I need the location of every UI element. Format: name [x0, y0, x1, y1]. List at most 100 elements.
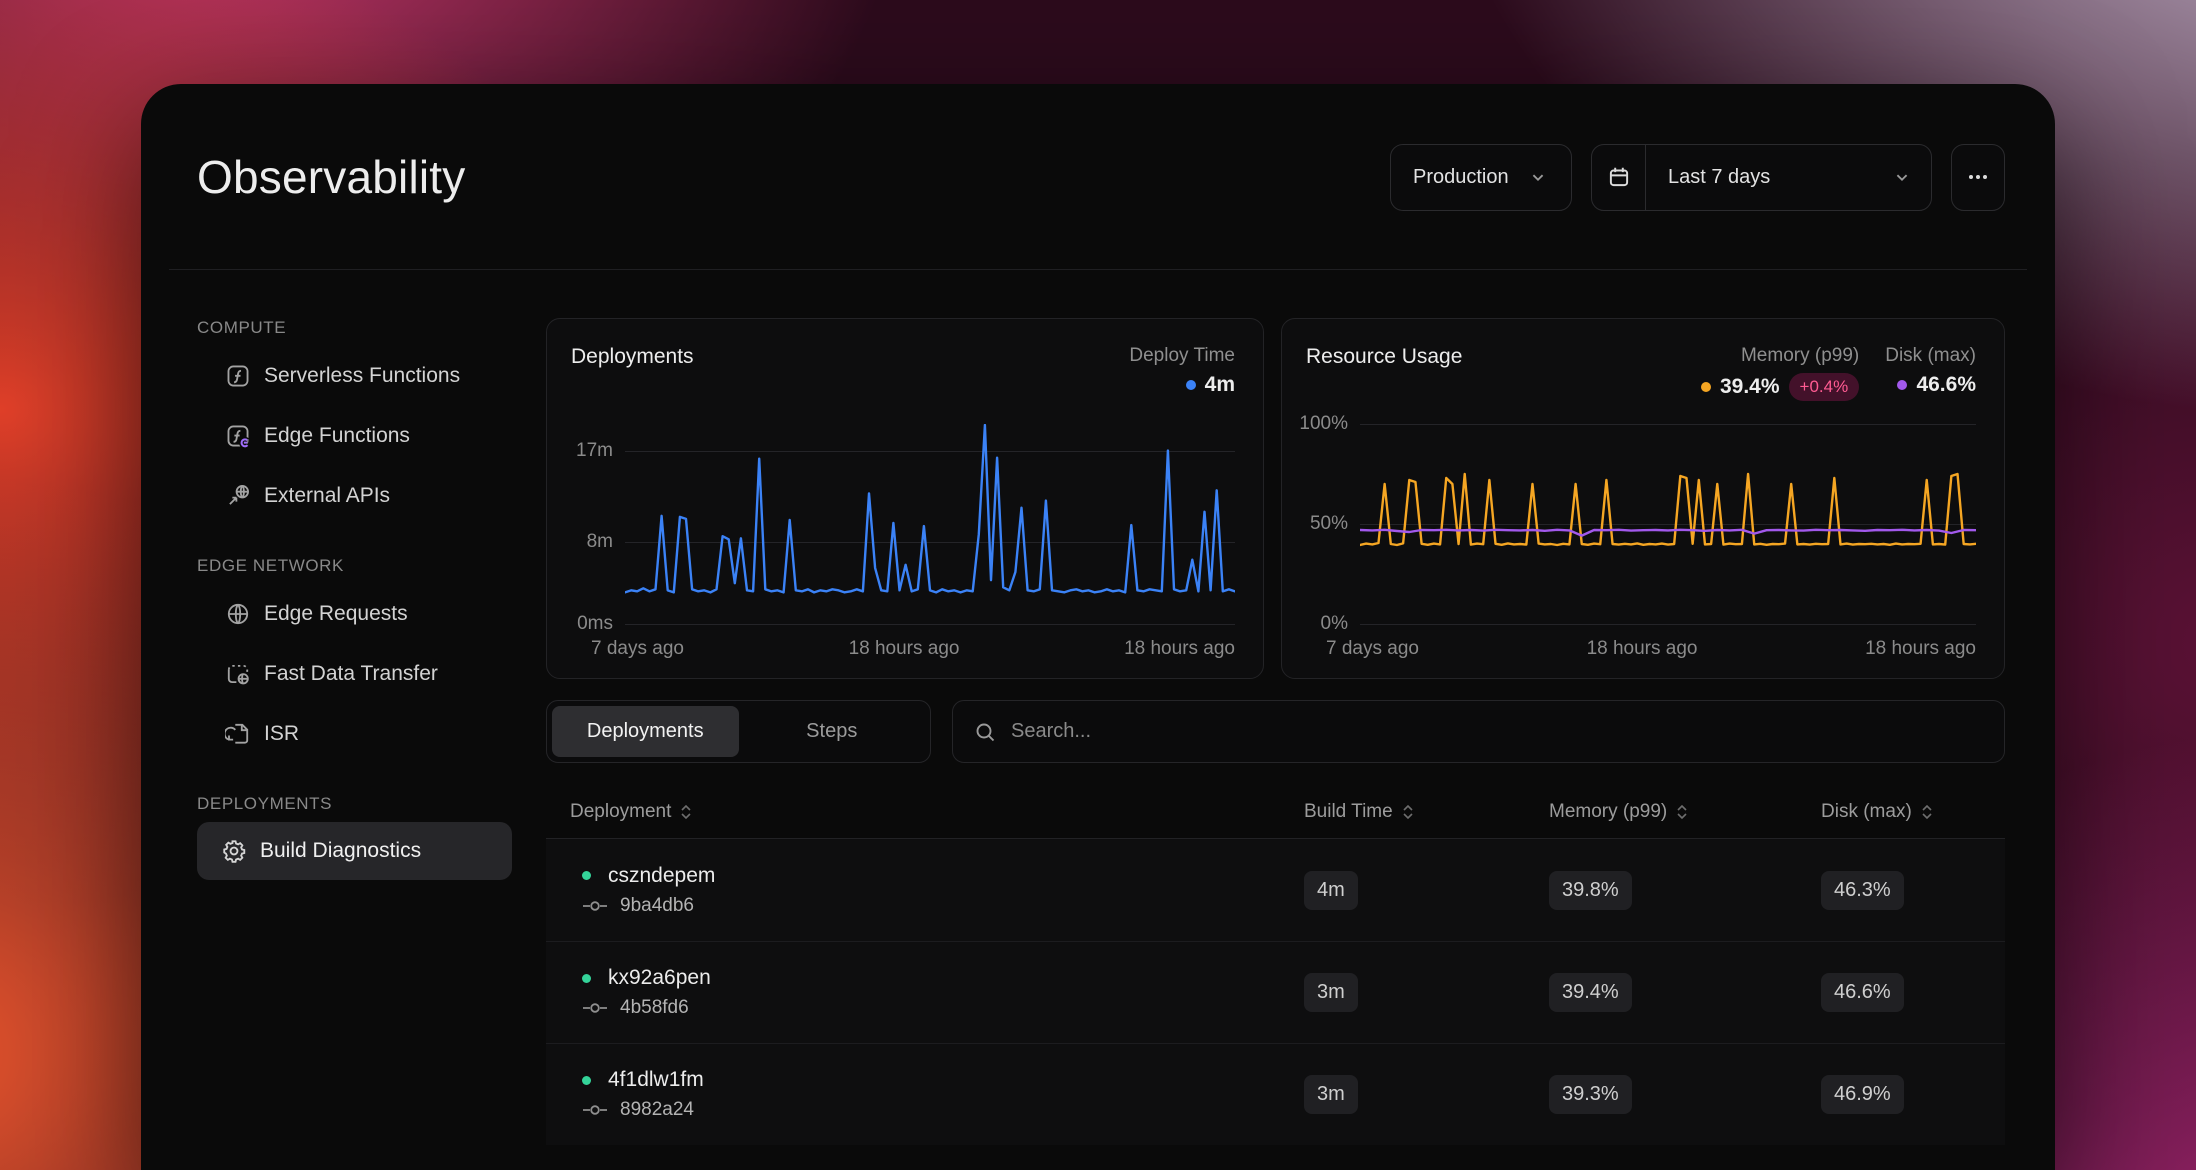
chevron-down-icon — [1527, 166, 1549, 188]
legend-dot-purple — [1897, 380, 1907, 390]
commit-hash: 4b58fd6 — [620, 997, 689, 1019]
status-dot — [582, 871, 591, 880]
tab-steps[interactable]: Steps — [739, 706, 926, 757]
card-title: Resource Usage — [1306, 345, 1462, 369]
environment-label: Production — [1413, 166, 1509, 189]
external-api-icon — [225, 483, 251, 509]
table-view-tabs: Deployments Steps — [546, 700, 931, 763]
sidebar-item-isr[interactable]: ISR — [197, 704, 512, 764]
deployment-name: 4f1dlw1fm — [608, 1068, 704, 1092]
sidebar-item-label: External APIs — [264, 484, 390, 508]
build-time-badge: 4m — [1304, 871, 1358, 910]
sort-icon — [1921, 802, 1933, 822]
memory-badge: 39.8% — [1549, 871, 1632, 910]
isr-icon — [225, 721, 251, 747]
more-options-button[interactable] — [1951, 144, 2005, 211]
table-row[interactable]: cszndepem 9ba4db6 4m 39.8% 46.3% — [546, 839, 2005, 941]
page-title: Observability — [197, 150, 465, 204]
sidebar-item-edge-requests[interactable]: Edge Requests — [197, 584, 512, 644]
date-range-dropdown[interactable]: Last 7 days — [1591, 144, 1932, 211]
calendar-icon[interactable] — [1592, 145, 1646, 210]
app-window: Observability Production Last 7 days — [141, 84, 2055, 1170]
legend-label-disk: Disk (max) — [1885, 345, 1976, 367]
header-divider — [169, 269, 2027, 270]
status-dot — [582, 1076, 591, 1085]
status-dot — [582, 974, 591, 983]
memory-badge: 39.4% — [1549, 973, 1632, 1012]
sidebar-item-external-apis[interactable]: External APIs — [197, 466, 512, 526]
chart-plot-area — [625, 424, 1235, 624]
commit-icon — [582, 1103, 608, 1117]
sidebar-item-label: Edge Requests — [264, 602, 408, 626]
sidebar-item-serverless-functions[interactable]: Serverless Functions — [197, 346, 512, 406]
table-row[interactable]: 4f1dlw1fm 8982a24 3m 39.3% 46.9% — [546, 1043, 2005, 1145]
edge-function-icon — [225, 423, 251, 449]
legend-value-deploy-time: 4m — [1205, 373, 1235, 397]
commit-icon — [582, 899, 608, 913]
ellipsis-icon — [1966, 165, 1990, 189]
memory-delta-badge: +0.4% — [1789, 373, 1860, 401]
chevron-down-icon — [1891, 166, 1913, 188]
environment-dropdown[interactable]: Production — [1390, 144, 1572, 211]
search-input[interactable] — [1011, 720, 1984, 743]
sidebar-item-label: Fast Data Transfer — [264, 662, 438, 686]
y-axis: 17m8m0ms — [571, 424, 625, 624]
column-header-build-time[interactable]: Build Time — [1304, 801, 1549, 823]
legend-dot-orange — [1701, 382, 1711, 392]
sidebar-item-edge-functions[interactable]: Edge Functions — [197, 406, 512, 466]
sidebar-section-edge-network: EDGE NETWORK — [197, 556, 512, 576]
sidebar-item-label: Serverless Functions — [264, 364, 460, 388]
date-range-label: Last 7 days — [1668, 166, 1770, 189]
deployments-table: Deployment Build Time Memory (p99) Disk … — [546, 785, 2005, 1145]
y-axis: 100%50%0% — [1306, 424, 1360, 624]
card-title: Deployments — [571, 345, 694, 369]
commit-hash: 8982a24 — [620, 1099, 694, 1121]
tab-deployments[interactable]: Deployments — [552, 706, 739, 757]
deploy-time-chart: 17m8m0ms 7 days ago18 hours ago18 hours … — [571, 424, 1235, 660]
deployment-name: kx92a6pen — [608, 966, 711, 990]
chart-plot-area — [1360, 424, 1976, 624]
column-header-deployment[interactable]: Deployment — [546, 801, 1304, 823]
search-icon — [973, 720, 997, 744]
disk-badge: 46.9% — [1821, 1075, 1904, 1114]
fast-data-transfer-icon — [225, 661, 251, 687]
gear-icon — [221, 838, 247, 864]
sidebar-section-compute: COMPUTE — [197, 318, 512, 338]
sidebar-item-fast-data-transfer[interactable]: Fast Data Transfer — [197, 644, 512, 704]
resource-usage-chart: 100%50%0% 7 days ago18 hours ago18 hours… — [1306, 424, 1976, 660]
legend-value-disk: 46.6% — [1916, 373, 1976, 397]
build-time-badge: 3m — [1304, 973, 1358, 1012]
disk-badge: 46.3% — [1821, 871, 1904, 910]
header: Observability Production Last 7 days — [141, 84, 2055, 270]
sidebar: COMPUTE Serverless Functions Edge Functi… — [197, 318, 512, 1145]
commit-hash: 9ba4db6 — [620, 895, 694, 917]
search-bar[interactable] — [952, 700, 2005, 763]
column-header-disk[interactable]: Disk (max) — [1821, 801, 2005, 823]
deployments-chart-card: Deployments Deploy Time 4m — [546, 318, 1264, 679]
legend-label-memory: Memory (p99) — [1741, 345, 1859, 367]
sidebar-item-label: Edge Functions — [264, 424, 410, 448]
sidebar-item-build-diagnostics[interactable]: Build Diagnostics — [197, 822, 512, 880]
legend-dot-blue — [1186, 380, 1196, 390]
sort-icon — [1402, 802, 1414, 822]
x-axis: 7 days ago18 hours ago18 hours ago — [1326, 638, 1976, 660]
column-header-memory[interactable]: Memory (p99) — [1549, 801, 1821, 823]
sidebar-section-deployments: DEPLOYMENTS — [197, 794, 512, 814]
x-axis: 7 days ago18 hours ago18 hours ago — [591, 638, 1235, 660]
deployment-name: cszndepem — [608, 864, 715, 888]
sidebar-item-label: ISR — [264, 722, 299, 746]
table-row[interactable]: kx92a6pen 4b58fd6 3m 39.4% 46.6% — [546, 941, 2005, 1043]
build-time-badge: 3m — [1304, 1075, 1358, 1114]
resource-usage-chart-card: Resource Usage Memory (p99) 39.4% +0.4% — [1281, 318, 2005, 679]
sidebar-item-label: Build Diagnostics — [260, 839, 421, 863]
sort-icon — [1676, 802, 1688, 822]
globe-icon — [225, 601, 251, 627]
memory-badge: 39.3% — [1549, 1075, 1632, 1114]
disk-badge: 46.6% — [1821, 973, 1904, 1012]
function-icon — [225, 363, 251, 389]
sort-icon — [680, 802, 692, 822]
commit-icon — [582, 1001, 608, 1015]
table-header-row: Deployment Build Time Memory (p99) Disk … — [546, 785, 2005, 839]
legend-value-memory: 39.4% — [1720, 375, 1780, 399]
legend-label-deploy-time: Deploy Time — [1129, 345, 1235, 367]
